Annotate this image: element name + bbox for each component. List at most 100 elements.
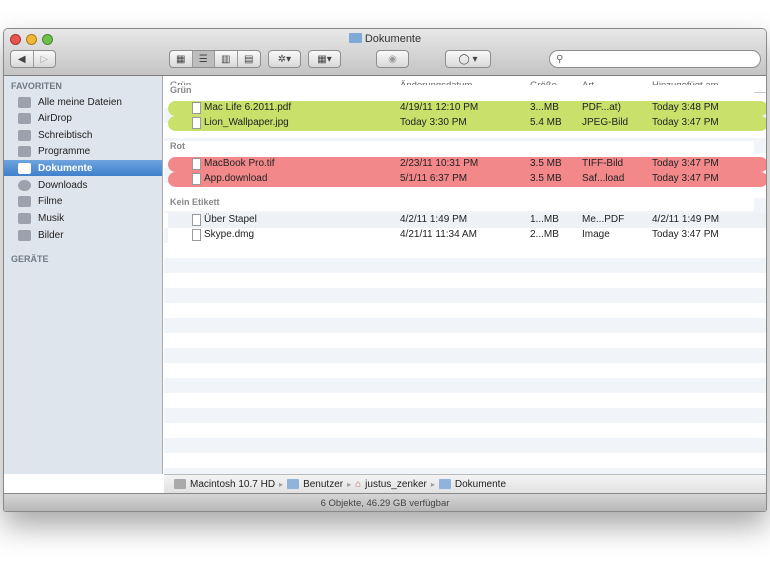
sidebar-item-downloads[interactable]: Downloads bbox=[4, 177, 162, 193]
sidebar-item-movies[interactable]: Filme bbox=[4, 193, 162, 209]
sidebar-item-all-files[interactable]: Alle meine Dateien bbox=[4, 94, 162, 110]
group-label: Grün bbox=[164, 85, 754, 99]
table-row[interactable]: Skype.dmg 4/21/11 11:34 AM 2...MB Image … bbox=[168, 228, 766, 243]
path-item[interactable]: justus_zenker bbox=[365, 479, 427, 490]
chevron-right-icon: ▸ bbox=[347, 479, 352, 489]
file-size: 2...MB bbox=[530, 229, 559, 240]
view-switcher: ▦ ☰ ▥ ▤ bbox=[169, 50, 261, 68]
sidebar-item-label: Filme bbox=[38, 195, 63, 207]
file-icon bbox=[192, 229, 201, 241]
sidebar-item-label: Downloads bbox=[38, 179, 88, 191]
row-stripe bbox=[164, 288, 766, 303]
sidebar-item-music[interactable]: Musik bbox=[4, 210, 162, 226]
pictures-icon bbox=[18, 229, 31, 241]
row-stripe bbox=[164, 408, 766, 423]
hard-drive-icon bbox=[174, 479, 186, 489]
file-kind: JPEG-Bild bbox=[582, 117, 629, 128]
list-view-button[interactable]: ☰ bbox=[192, 51, 215, 67]
file-name: Über Stapel bbox=[204, 214, 257, 225]
forward-button[interactable]: ▷ bbox=[34, 51, 56, 67]
sidebar-item-documents[interactable]: Dokumente bbox=[4, 160, 162, 176]
search-input[interactable]: ⚲ bbox=[549, 50, 761, 68]
file-added: Today 3:47 PM bbox=[652, 173, 719, 184]
path-item[interactable]: Benutzer bbox=[303, 479, 343, 490]
sidebar-item-desktop[interactable]: Schreibtisch bbox=[4, 127, 162, 143]
file-kind: Me...PDF bbox=[582, 214, 625, 225]
coverflow-view-button[interactable]: ▤ bbox=[238, 51, 260, 67]
file-icon bbox=[192, 173, 201, 185]
file-added: Today 3:47 PM bbox=[652, 117, 719, 128]
chevron-right-icon: ▸ bbox=[430, 479, 435, 489]
folder-icon bbox=[348, 33, 362, 43]
table-row[interactable]: Lion_Wallpaper.jpg Today 3:30 PM 5.4 MB … bbox=[168, 116, 766, 131]
file-size: 3.5 MB bbox=[530, 173, 562, 184]
file-date: 5/1/11 6:37 PM bbox=[400, 173, 468, 184]
path-item[interactable]: Dokumente bbox=[455, 479, 506, 490]
file-added: 4/2/11 1:49 PM bbox=[652, 214, 720, 225]
file-kind: PDF...at) bbox=[582, 102, 621, 113]
sidebar-item-label: Bilder bbox=[38, 229, 64, 241]
file-icon bbox=[192, 102, 201, 114]
applications-icon bbox=[18, 145, 31, 157]
file-list: Grün Änderungsdatum Größe Art Hinzugefüg… bbox=[164, 76, 766, 483]
file-name: Skype.dmg bbox=[204, 229, 255, 240]
quicklook-button[interactable]: ◉ bbox=[376, 50, 409, 68]
sidebar-item-label: Alle meine Dateien bbox=[38, 96, 122, 108]
table-row[interactable]: App.download 5/1/11 6:37 PM 3.5 MB Saf..… bbox=[168, 172, 766, 187]
row-stripe bbox=[164, 378, 766, 393]
folder-icon bbox=[287, 479, 300, 489]
table-row[interactable]: Über Stapel 4/2/11 1:49 PM 1...MB Me...P… bbox=[168, 213, 766, 228]
file-name: App.download bbox=[204, 173, 268, 184]
file-icon bbox=[192, 117, 201, 129]
file-date: 2/23/11 10:31 PM bbox=[400, 158, 479, 169]
file-icon bbox=[192, 214, 201, 226]
airdrop-icon bbox=[18, 112, 31, 124]
toolbar: Dokumente ◀ ▷ ▦ ☰ ▥ ▤ ✲▾ ▦▾ ◉ ◯ ▾ ⚲ bbox=[4, 29, 766, 76]
back-button[interactable]: ◀ bbox=[11, 51, 34, 67]
movies-icon bbox=[18, 195, 31, 207]
sidebar-item-airdrop[interactable]: AirDrop bbox=[4, 110, 162, 126]
file-kind: Image bbox=[582, 229, 610, 240]
window-title: Dokumente bbox=[4, 33, 766, 45]
devices-heading: GERÄTE bbox=[11, 254, 49, 264]
arrange-button[interactable]: ▦▾ bbox=[308, 50, 341, 68]
file-name: MacBook Pro.tif bbox=[204, 158, 275, 169]
documents-icon bbox=[18, 162, 31, 174]
file-date: 4/21/11 11:34 AM bbox=[400, 229, 477, 240]
column-view-button[interactable]: ▥ bbox=[215, 51, 238, 67]
file-date: 4/2/11 1:49 PM bbox=[400, 214, 468, 225]
icon-view-button[interactable]: ▦ bbox=[170, 51, 193, 67]
row-stripe bbox=[164, 438, 766, 453]
row-stripe bbox=[164, 258, 766, 273]
chevron-right-icon: ▸ bbox=[279, 479, 284, 489]
sidebar-item-label: Schreibtisch bbox=[38, 129, 93, 141]
file-size: 1...MB bbox=[530, 214, 559, 225]
sidebar-item-label: Musik bbox=[38, 212, 65, 224]
file-kind: TIFF-Bild bbox=[582, 158, 624, 169]
sidebar-item-pictures[interactable]: Bilder bbox=[4, 227, 162, 243]
sidebar: FAVORITEN Alle meine Dateien AirDrop Sch… bbox=[4, 76, 163, 474]
row-stripe bbox=[164, 348, 766, 363]
window-title-text: Dokumente bbox=[364, 33, 422, 45]
file-name: Lion_Wallpaper.jpg bbox=[204, 117, 289, 128]
file-kind: Saf...load bbox=[582, 173, 625, 184]
table-row[interactable]: Mac Life 6.2011.pdf 4/19/11 12:10 PM 3..… bbox=[168, 101, 766, 116]
group-label: Kein Etikett bbox=[164, 197, 754, 211]
downloads-icon bbox=[18, 179, 31, 191]
music-icon bbox=[18, 212, 31, 224]
path-item[interactable]: Macintosh 10.7 HD bbox=[190, 479, 275, 490]
file-size: 3.5 MB bbox=[530, 158, 562, 169]
sidebar-item-applications[interactable]: Programme bbox=[4, 143, 162, 159]
table-row[interactable]: MacBook Pro.tif 2/23/11 10:31 PM 3.5 MB … bbox=[168, 157, 766, 172]
file-name: Mac Life 6.2011.pdf bbox=[204, 102, 292, 113]
file-icon bbox=[192, 158, 201, 170]
folder-icon bbox=[438, 479, 451, 489]
path-bar: Macintosh 10.7 HD ▸ Benutzer ▸ ⌂ justus_zen… bbox=[164, 474, 766, 493]
sidebar-item-label: AirDrop bbox=[38, 112, 72, 124]
home-icon: ⌂ bbox=[355, 478, 362, 490]
favorites-heading: FAVORITEN bbox=[11, 81, 62, 91]
all-files-icon bbox=[18, 96, 31, 108]
sidebar-item-label: Dokumente bbox=[38, 162, 93, 174]
share-button[interactable]: ◯ ▾ bbox=[445, 50, 491, 68]
action-button[interactable]: ✲▾ bbox=[268, 50, 301, 68]
